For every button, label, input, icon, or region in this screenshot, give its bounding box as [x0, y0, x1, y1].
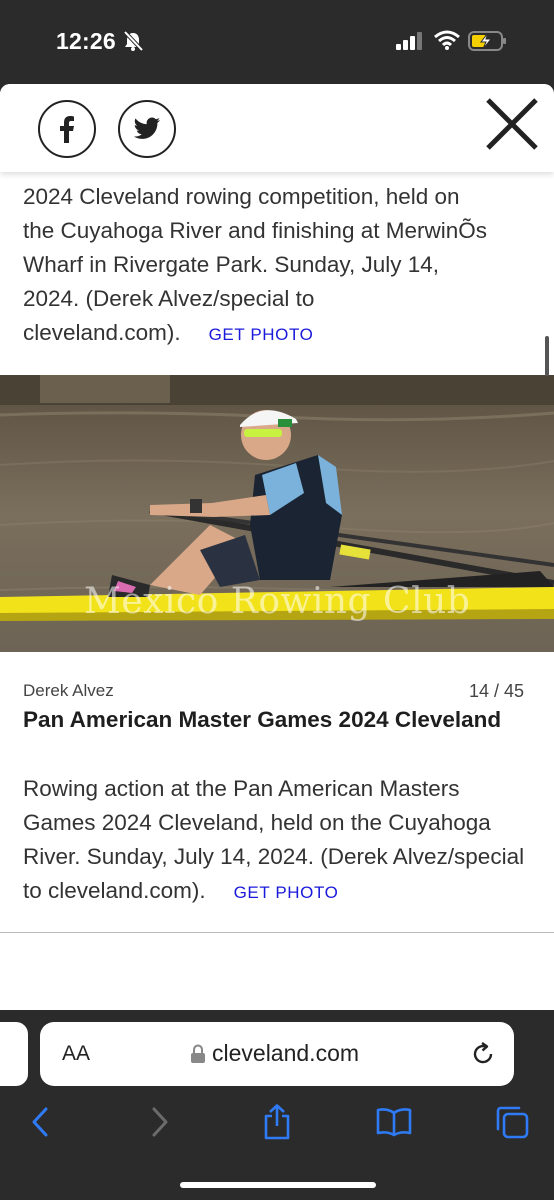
caption-end: cleveland.com).: [23, 320, 181, 345]
share-bar: [0, 84, 554, 172]
clock: 12:26: [56, 28, 116, 54]
share-icon: [264, 1104, 290, 1140]
photo-credit: Derek Alvez: [23, 681, 114, 700]
tabs-icon: [496, 1106, 529, 1139]
reload-icon[interactable]: [470, 1041, 496, 1067]
facebook-icon: [60, 116, 74, 143]
caption-line: cleveland.com). GET PHOTO: [23, 316, 533, 352]
text-size-label: AA: [62, 1042, 91, 1065]
close-icon: [486, 98, 538, 150]
text-size-button[interactable]: AA: [62, 1042, 90, 1066]
previous-slide-caption: 2024 Cleveland rowing competition, held …: [23, 180, 533, 352]
status-bar: 12:26: [0, 0, 554, 84]
caption-line: 2024. (Derek Alvez/special to: [23, 286, 315, 311]
slide-caption: Rowing action at the Pan American Master…: [23, 772, 533, 910]
slide-title: Pan American Master Games 2024 Cleveland: [23, 707, 502, 732]
browser-toolbar: AA cleveland.com: [0, 1010, 554, 1200]
get-photo-link[interactable]: GET PHOTO: [209, 325, 314, 344]
bookmarks-button[interactable]: [372, 1102, 416, 1142]
caption-line: 2024 Cleveland rowing competition, held …: [23, 184, 460, 209]
web-page: 2024 Cleveland rowing competition, held …: [0, 84, 554, 1010]
back-button[interactable]: [18, 1102, 62, 1142]
tabs-button[interactable]: [490, 1102, 534, 1142]
address-bar[interactable]: AA cleveland.com: [40, 1022, 514, 1086]
forward-button[interactable]: [138, 1102, 182, 1142]
caption-line: Wharf in Rivergate Park. Sunday, July 14…: [23, 252, 440, 277]
twitter-icon: [133, 117, 160, 139]
home-indicator: [180, 1182, 376, 1188]
twitter-share-button[interactable]: [118, 100, 176, 158]
get-photo-link[interactable]: GET PHOTO: [234, 883, 339, 902]
slide-counter: 14 / 45: [469, 681, 525, 701]
url-text: cleveland.com: [212, 1040, 360, 1066]
chevron-right-icon: [152, 1107, 168, 1137]
wifi-icon: [434, 30, 460, 50]
close-button[interactable]: [484, 96, 540, 152]
book-icon: [376, 1108, 412, 1137]
silent-bell-icon: [123, 30, 144, 52]
divider: [0, 932, 554, 933]
rowing-photo[interactable]: Mexico Rowing Club: [0, 375, 554, 652]
chevron-left-icon: [32, 1107, 48, 1137]
cellular-signal-icon: [396, 32, 422, 50]
previous-tab-preview[interactable]: [0, 1022, 28, 1086]
lock-icon: [191, 1044, 205, 1063]
battery-charging-icon: [468, 31, 506, 51]
share-button[interactable]: [255, 1102, 299, 1142]
facebook-share-button[interactable]: [38, 100, 96, 158]
caption-line: the Cuyahoga River and finishing at Merw…: [23, 218, 487, 243]
scroll-indicator: [545, 336, 549, 376]
photo-watermark: Mexico Rowing Club: [84, 581, 471, 622]
